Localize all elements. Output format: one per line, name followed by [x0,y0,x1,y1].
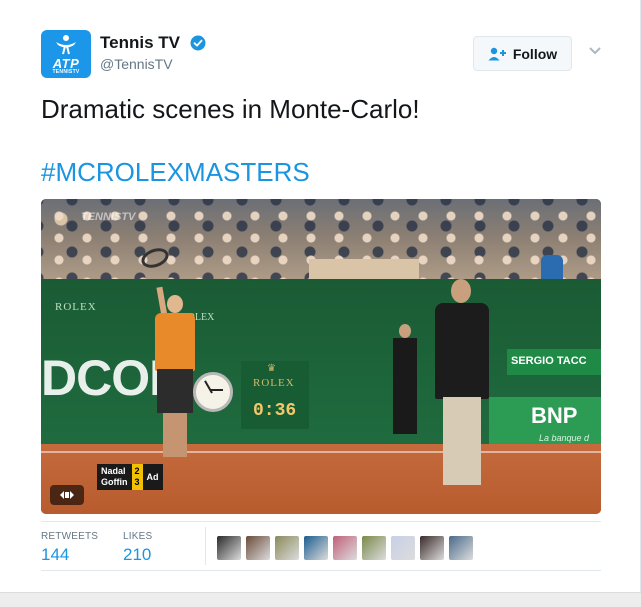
scoreboard: Nadal Goffin 2 3 Ad [97,464,163,490]
official-trousers [443,397,481,485]
score-names: Nadal Goffin [97,464,132,490]
player-shorts [157,369,193,413]
rolex-wall-logo: ROLEX [55,301,97,313]
liker-avatar[interactable] [217,536,241,560]
liker-avatar[interactable] [362,536,386,560]
stats-divider [41,570,601,571]
page-footer-strip [0,592,641,607]
tennis-player-figure [153,286,199,459]
liker-avatar[interactable] [246,536,270,560]
score-sets2: 3 [134,477,140,487]
hashtag-link[interactable]: #MCROLEXMASTERS [41,157,310,187]
liker-avatar[interactable] [420,536,444,560]
add-user-icon [488,47,506,60]
score-points: Ad [142,464,163,490]
gif-icon [60,491,74,499]
account-name[interactable]: Tennis TV [100,33,180,53]
sponsor-banner-top: SERGIO TACC [507,349,601,375]
liker-avatar[interactable] [391,536,415,560]
liker-avatar[interactable] [449,536,473,560]
score-player2: Goffin [101,477,128,487]
tennis-player-icon [56,35,76,55]
player-head [167,295,183,313]
rolex-board-label: ROLEX [253,377,295,389]
profile-avatar[interactable]: ATP TENNISTV [41,30,91,78]
tweet-media-gif[interactable]: TENNISTV ROLEX ROLEX DCOM ♛ ROLEX 0:36 S… [41,199,601,514]
security-guard-figure [393,324,417,434]
official-head [451,279,471,303]
follow-button-label: Follow [512,45,558,62]
official-figure [431,279,493,489]
bnp-banner-subtext: La banque d [539,433,590,443]
avatar-logo-subtext: TENNISTV [52,69,80,75]
liker-avatar[interactable] [275,536,299,560]
retweets-stat[interactable]: RETWEETS 144 [41,531,98,565]
retweets-label: RETWEETS [41,531,99,542]
likes-label: LIKES [123,531,153,542]
official-jacket [435,303,489,399]
account-handle[interactable]: @TennisTV [100,56,173,72]
score-player1: Nadal [101,466,126,476]
chevron-down-icon[interactable] [588,46,602,56]
stats-separator [205,527,206,565]
score-sets1: 2 [134,466,140,476]
liker-avatar[interactable] [304,536,328,560]
serve-timer: 0:36 [253,401,297,421]
follow-button[interactable]: Follow [473,36,572,71]
liker-avatar[interactable] [333,536,357,560]
likes-stat[interactable]: LIKES 210 [123,531,152,565]
guard-head [399,324,411,338]
guard-body [393,338,417,434]
likes-count: 210 [123,545,152,564]
tweet-card: ATP TENNISTV Tennis TV @TennisTV Follow … [0,0,641,592]
stats-divider [41,521,601,522]
gif-play-badge[interactable] [50,485,84,505]
player-legs [163,413,187,457]
verified-badge-icon [190,35,206,51]
tweet-text: Dramatic scenes in Monte-Carlo! [41,94,420,124]
bnp-banner-text: BNP [531,403,578,428]
score-sets: 2 3 [131,464,143,490]
likers-avatars [217,536,473,560]
retweets-count: 144 [41,545,70,564]
player-shirt [155,313,195,371]
court-baseline [41,451,601,453]
clock-hand [211,389,223,391]
crown-icon: ♛ [267,363,276,374]
tennistv-watermark: TENNISTV [81,211,136,223]
